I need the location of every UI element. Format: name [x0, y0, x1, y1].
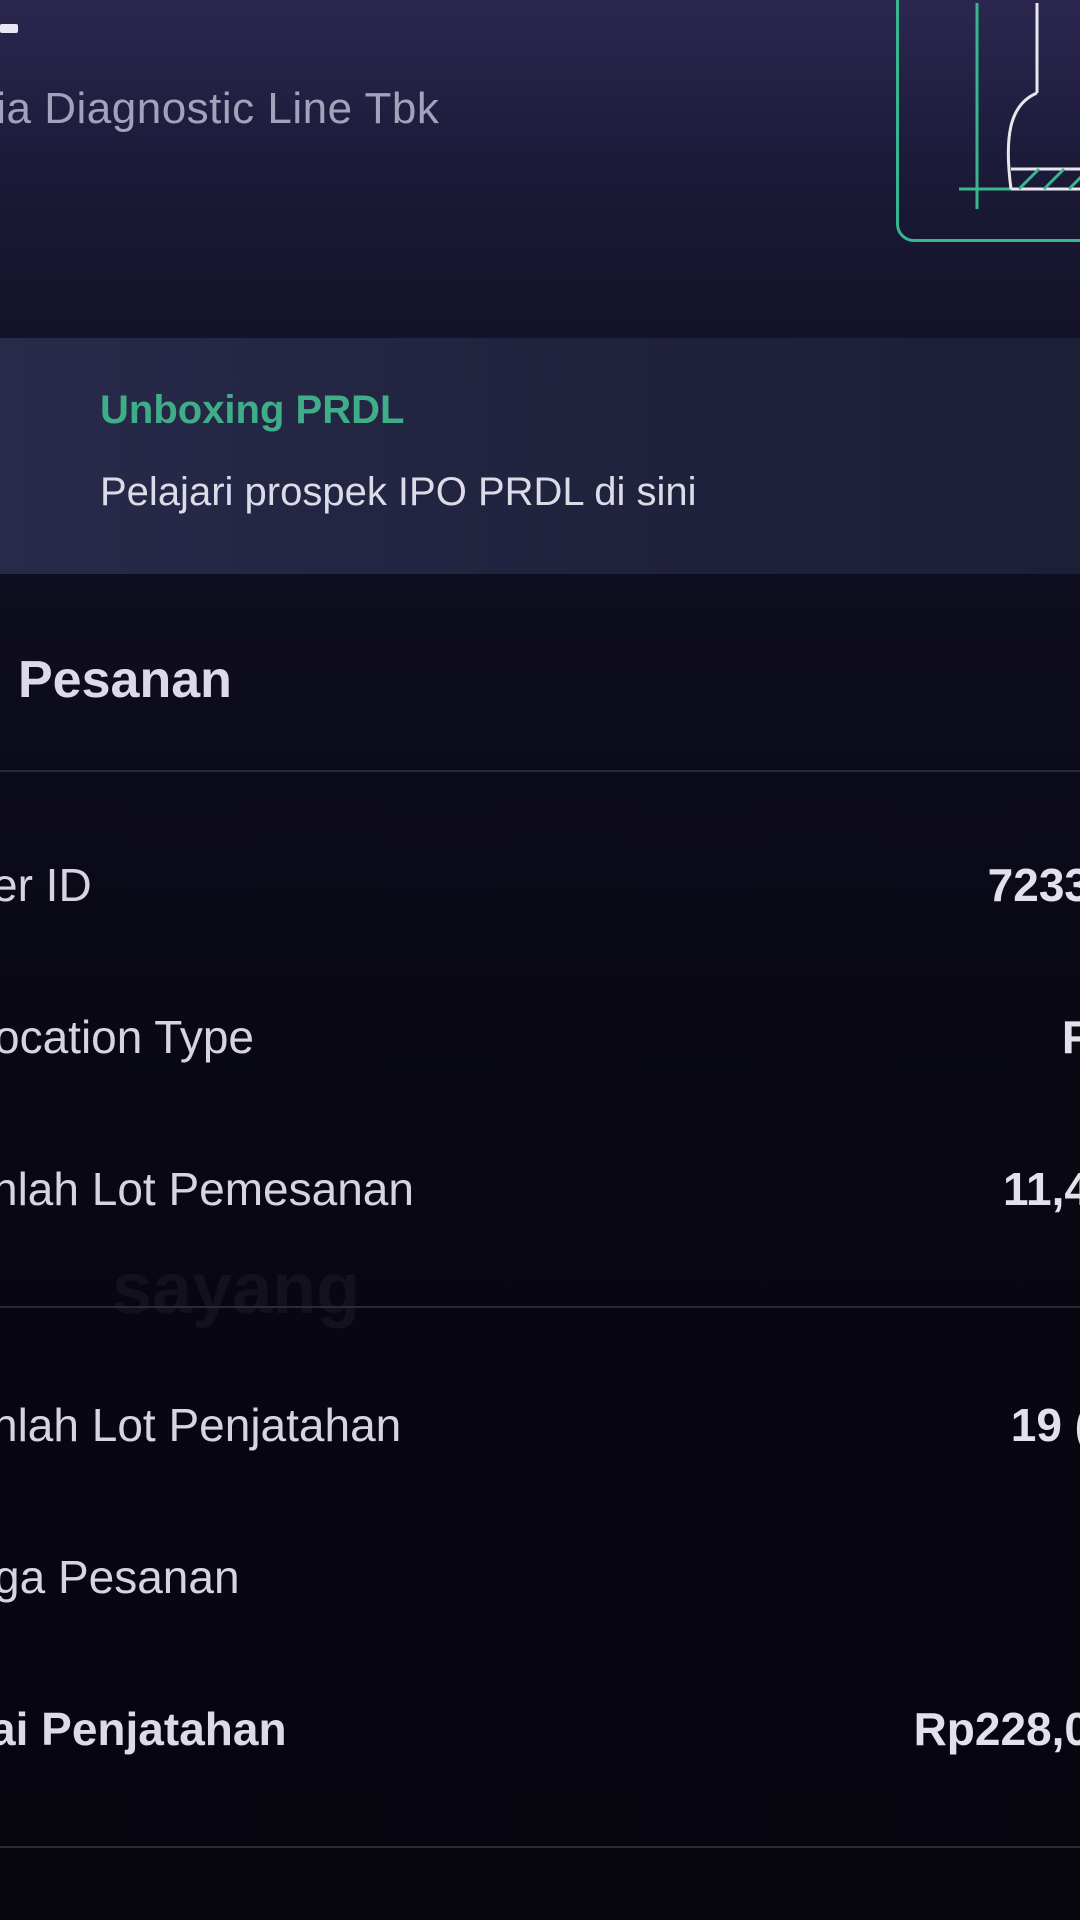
- order-price-label: ga Pesanan: [0, 1551, 240, 1603]
- allotment-lot-value: 19 (: [1010, 1399, 1080, 1451]
- allocation-type-value: F: [1061, 1011, 1080, 1063]
- promo-banner[interactable]: Unboxing PRDL Pelajari prospek IPO PRDL …: [0, 338, 1080, 574]
- title-fragment: [0, 24, 18, 33]
- order-section-title: Pesanan: [18, 651, 232, 709]
- ipo-header: lia Diagnostic Line Tbk: [0, 0, 1080, 338]
- allotment-lot-label: nlah Lot Penjatahan: [0, 1399, 402, 1451]
- order-id-value: 7233: [987, 859, 1080, 911]
- document-chart-icon: [896, 0, 1080, 242]
- company-name: lia Diagnostic Line Tbk: [0, 84, 440, 133]
- allocation-type-label: ocation Type: [0, 1011, 255, 1063]
- promo-subtitle: Pelajari prospek IPO PRDL di sini: [100, 470, 697, 514]
- ipo-order-detail-screen: lia Diagnostic Line Tbk Unboxing PRDL Pe…: [0, 0, 1080, 1920]
- order-lot-label: nlah Lot Pemesanan: [0, 1163, 414, 1215]
- watermark-text: sayang: [112, 1249, 361, 1329]
- divider: [0, 1846, 1080, 1848]
- promo-title: Unboxing PRDL: [100, 388, 405, 432]
- order-id-label: er ID: [0, 859, 92, 911]
- divider: [0, 1306, 1080, 1308]
- allotment-value-label: ai Penjatahan: [0, 1703, 287, 1755]
- allotment-value-amount: Rp228,0: [913, 1703, 1080, 1755]
- divider: [0, 770, 1080, 772]
- order-lot-value: 11,4: [1003, 1163, 1080, 1215]
